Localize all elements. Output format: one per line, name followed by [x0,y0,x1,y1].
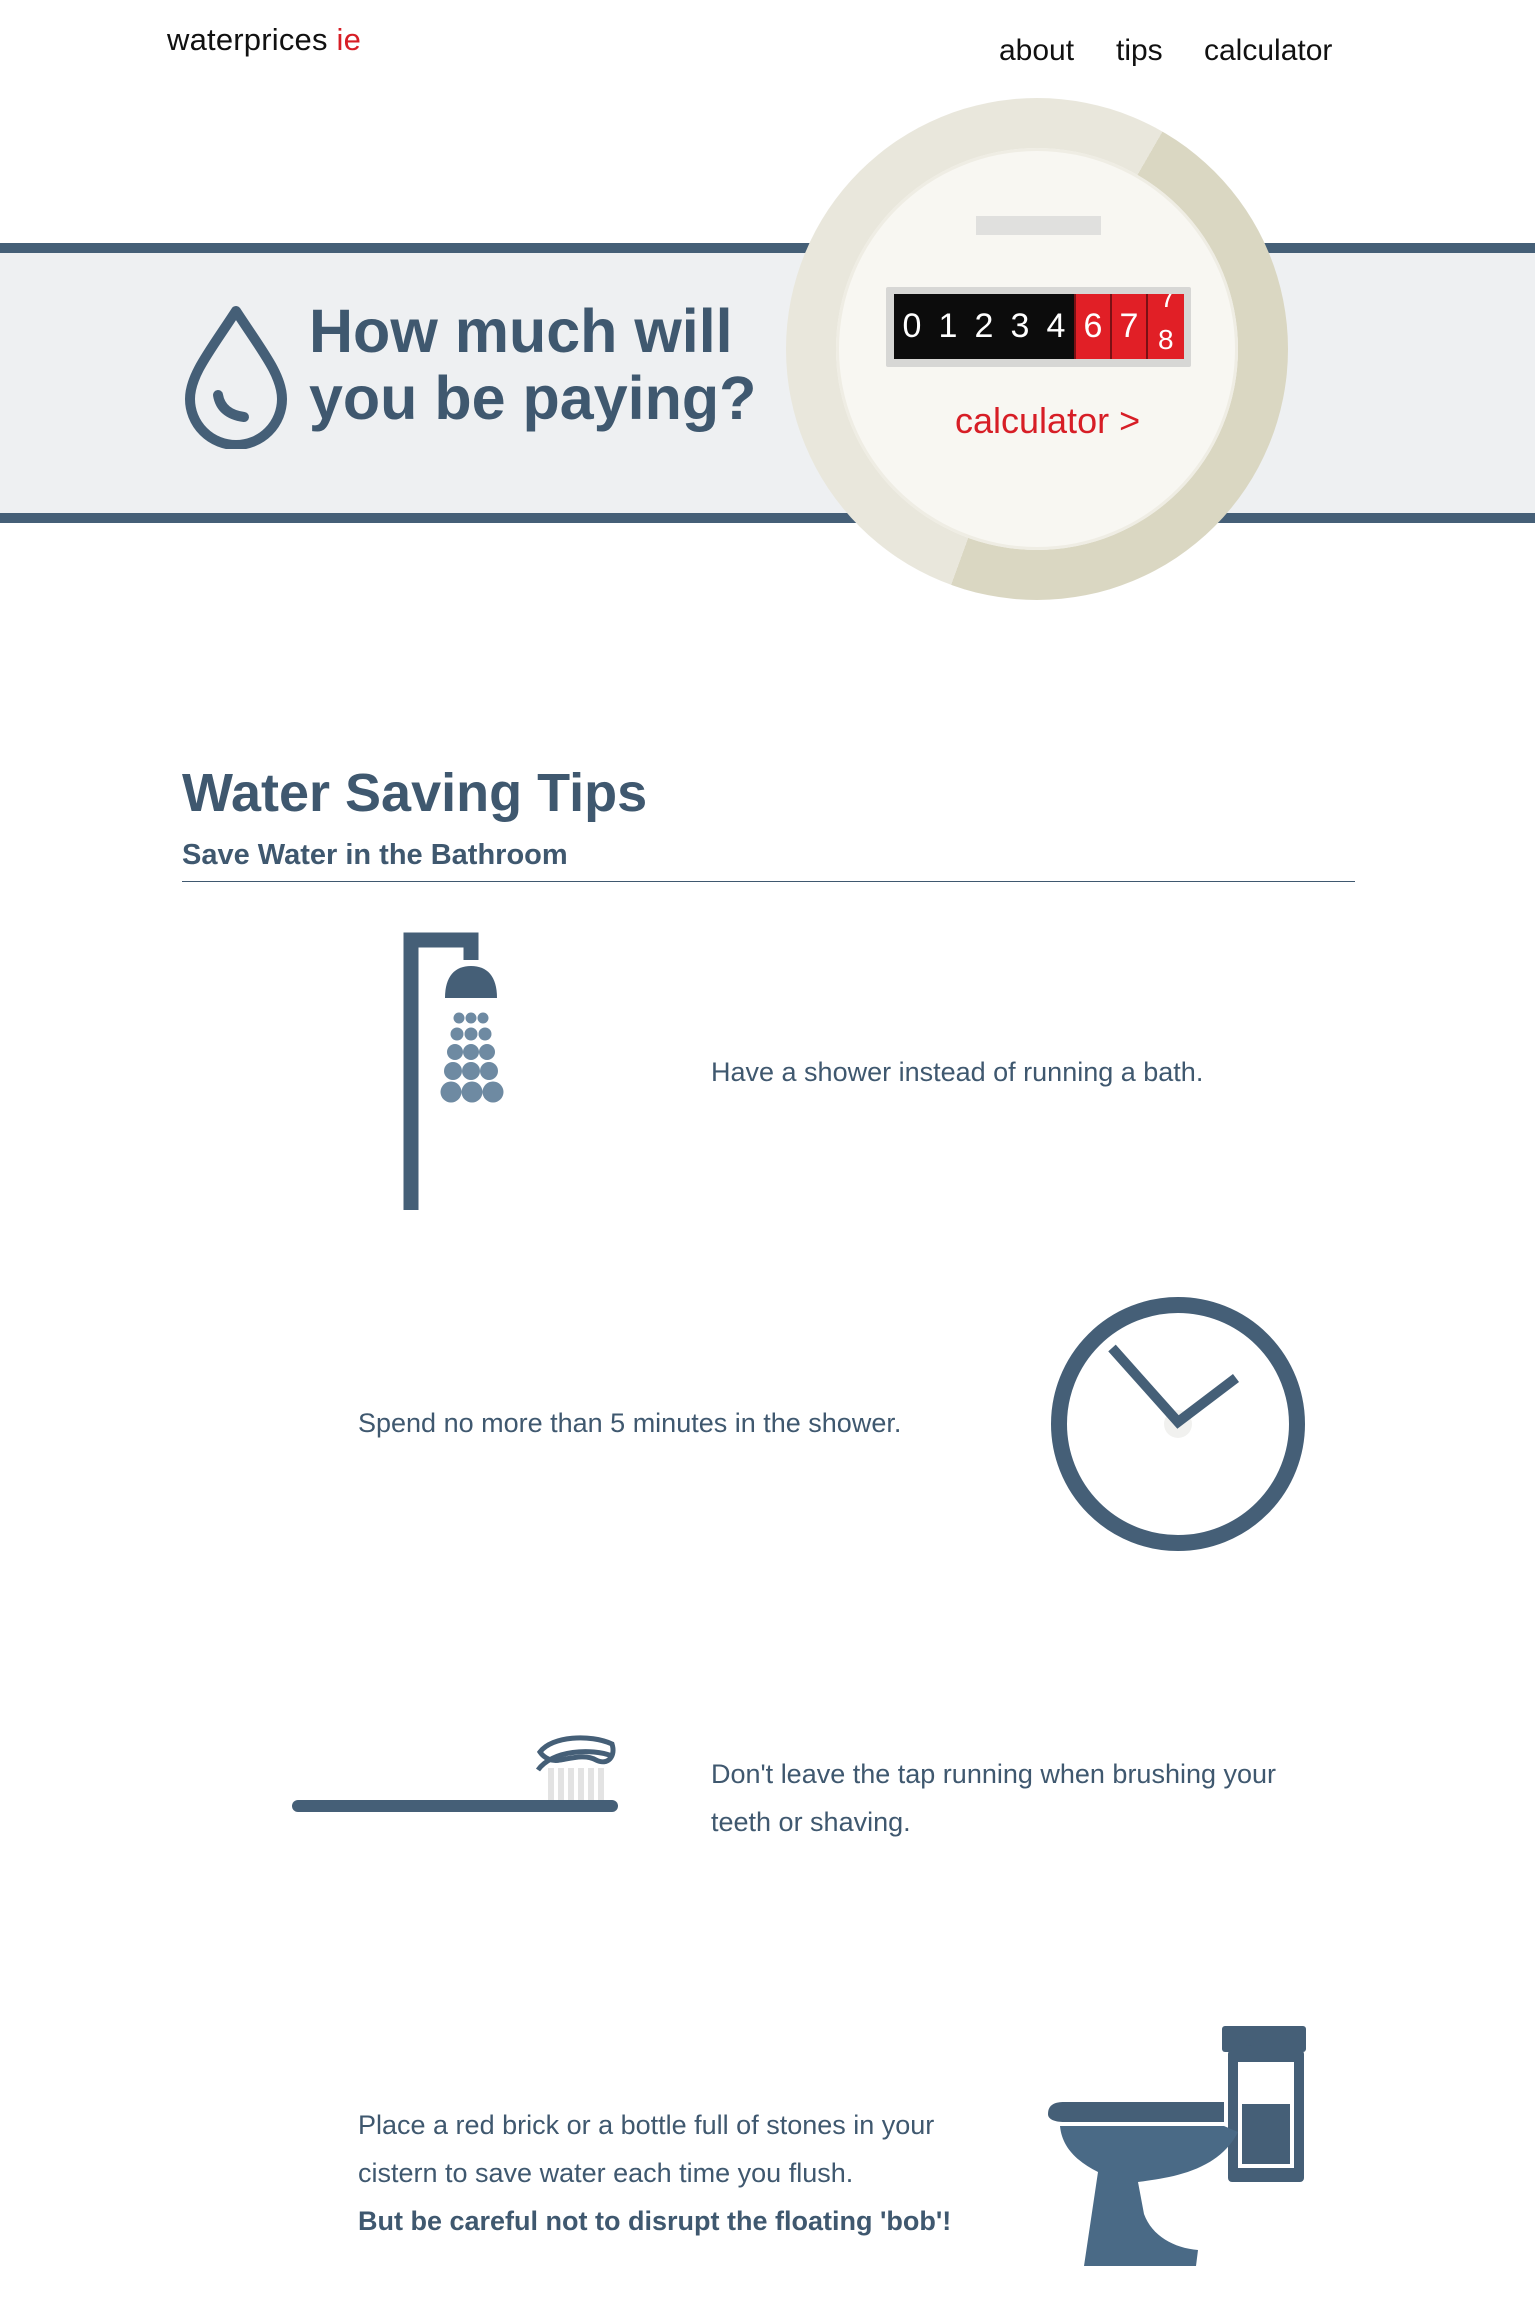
clock-icon [1051,1297,1305,1551]
water-drop-icon [185,306,287,449]
tips-subtitle: Save Water in the Bathroom [182,839,568,871]
tip-cistern: Place a red brick or a bottle full of st… [358,2101,978,2245]
logo-text: waterprices [167,22,328,57]
shower-icon [403,932,504,1210]
meter-digit: 4 [1038,294,1074,359]
logo-accent: ie [336,22,362,57]
hero-title-line2: you be paying? [309,364,757,432]
band-top-border [0,243,1535,253]
band-bottom-border [0,513,1535,523]
meter-digit-red: 6 [1074,294,1110,359]
toilet-icon [1048,2026,1306,2266]
tip-cistern-text: Place a red brick or a bottle full of st… [358,2110,935,2188]
meter-digit: 1 [930,294,966,359]
nav-about[interactable]: about [999,34,1074,68]
meter-digit: 2 [966,294,1002,359]
site-logo[interactable]: waterprices ie [167,22,361,58]
tip-five-minutes: Spend no more than 5 minutes in the show… [358,1408,902,1438]
section-divider [182,881,1355,882]
tip-toothbrush: Don't leave the tap running when brushin… [711,1759,1277,1837]
tip-cistern-emphasis: But be careful not to disrupt the floati… [358,2206,952,2236]
hero-title: How much will you be paying? [309,298,756,432]
meter-digit: 3 [1002,294,1038,359]
tip-shower: Have a shower instead of running a bath. [711,1057,1204,1087]
meter-roll-top: 7 [1160,294,1176,313]
calculator-link[interactable]: calculator > [955,400,1140,442]
nav-tips[interactable]: tips [1116,34,1163,68]
meter-slot [976,216,1101,235]
toothbrush-icon [292,1735,618,1812]
hero-title-line1: How much will [309,297,733,365]
meter-rolling-digit: 7 8 [1146,294,1184,359]
meter-digit: 0 [894,294,930,359]
meter-digits: 0 1 2 3 4 6 7 7 8 [894,294,1184,359]
tips-title: Water Saving Tips [182,763,648,823]
meter-roll-bottom: 8 [1158,324,1174,355]
meter-digit-red: 7 [1110,294,1146,359]
nav-calculator[interactable]: calculator [1204,34,1332,68]
